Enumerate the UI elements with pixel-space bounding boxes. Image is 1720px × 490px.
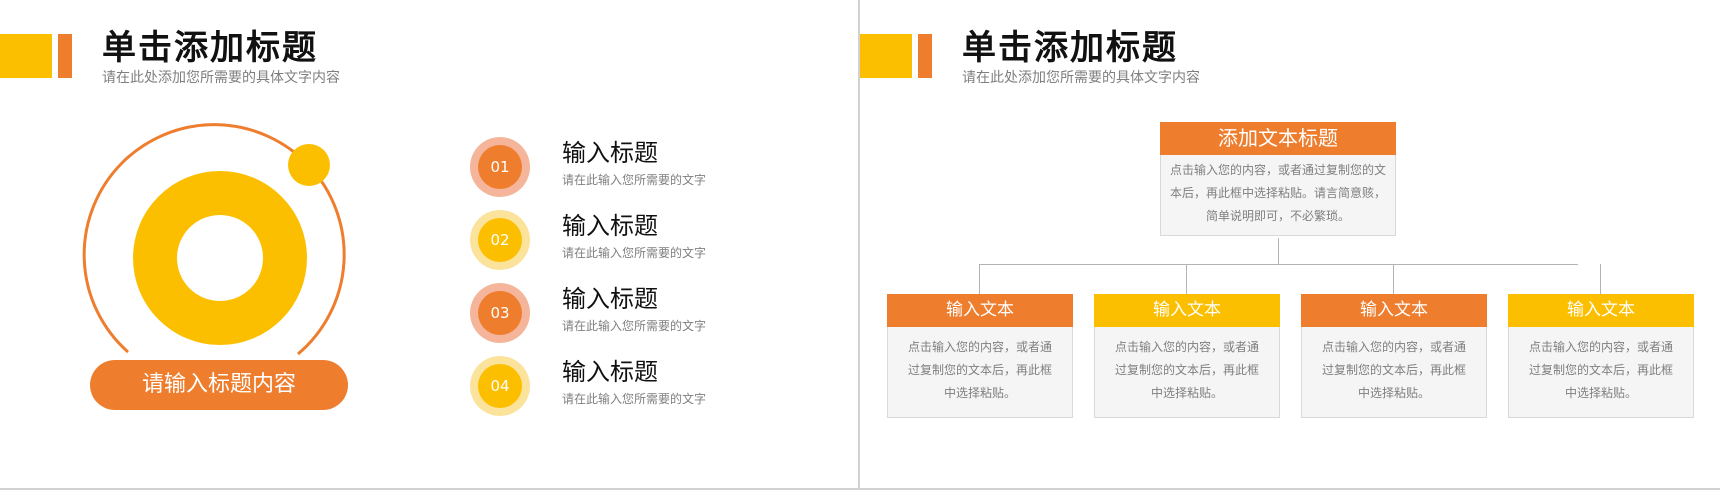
list-item-desc[interactable]: 请在此输入您所需要的文字 xyxy=(562,171,706,188)
list-item-title[interactable]: 输入标题 xyxy=(562,279,658,314)
number-badge: 04 xyxy=(470,356,530,416)
list-item[interactable]: 03 输入标题 请在此输入您所需要的文字 xyxy=(470,279,830,345)
org-child-box[interactable]: 输入文本 点击输入您的内容，或者通 过复制您的文本后，再此框 中选择粘贴。 xyxy=(887,294,1073,418)
org-child-body[interactable]: 点击输入您的内容，或者通 过复制您的文本后，再此框 中选择粘贴。 xyxy=(1094,327,1280,418)
org-top-box[interactable]: 添加文本标题 点击输入您的内容，或者通过复制您的文 本后，再此框中选择粘贴。请言… xyxy=(1160,122,1396,238)
donut-hole xyxy=(177,215,263,301)
list-item-title[interactable]: 输入标题 xyxy=(562,133,658,168)
list-item-desc[interactable]: 请在此输入您所需要的文字 xyxy=(562,390,706,407)
title-accent-orange-bar xyxy=(58,34,72,78)
list-item-title[interactable]: 输入标题 xyxy=(562,206,658,241)
list-item[interactable]: 01 输入标题 请在此输入您所需要的文字 xyxy=(470,133,830,199)
orbit-planet xyxy=(288,144,330,186)
org-child-text-line: 过复制您的文本后，再此框 xyxy=(907,363,1052,377)
slide-right[interactable]: 单击添加标题 请在此处添加您所需要的具体文字内容 添加文本标题 点击输入您的内容… xyxy=(860,0,1718,488)
org-child-text-line: 中选择粘贴。 xyxy=(1357,386,1430,400)
org-child-body[interactable]: 点击输入您的内容，或者通 过复制您的文本后，再此框 中选择粘贴。 xyxy=(1301,327,1487,418)
org-child-text-line: 点击输入您的内容，或者通 xyxy=(1114,340,1259,354)
org-child-text-line: 过复制您的文本后，再此框 xyxy=(1114,363,1259,377)
slide-title[interactable]: 单击添加标题 xyxy=(102,20,318,69)
number-badge: 03 xyxy=(470,283,530,343)
org-child-text-line: 中选择粘贴。 xyxy=(1564,386,1637,400)
connector-branch xyxy=(1393,264,1394,294)
number-badge-label: 03 xyxy=(478,291,522,335)
org-top-text-line: 本后，再此框中选择粘贴。请言简意赅， xyxy=(1169,186,1386,200)
org-top-body[interactable]: 点击输入您的内容，或者通过复制您的文 本后，再此框中选择粘贴。请言简意赅， 简单… xyxy=(1160,155,1396,236)
org-child-body[interactable]: 点击输入您的内容，或者通 过复制您的文本后，再此框 中选择粘贴。 xyxy=(1508,327,1694,418)
number-badge-label: 04 xyxy=(478,364,522,408)
slide-title[interactable]: 单击添加标题 xyxy=(962,20,1178,69)
number-badge-label: 01 xyxy=(478,145,522,189)
org-child-title[interactable]: 输入文本 xyxy=(1094,294,1280,327)
org-top-title[interactable]: 添加文本标题 xyxy=(1160,122,1396,155)
org-child-text-line: 点击输入您的内容，或者通 xyxy=(907,340,1052,354)
org-top-text-line: 简单说明即可，不必繁琐。 xyxy=(1205,209,1350,223)
list-item[interactable]: 02 输入标题 请在此输入您所需要的文字 xyxy=(470,206,830,272)
org-child-text-line: 过复制您的文本后，再此框 xyxy=(1528,363,1673,377)
connector-trunk xyxy=(1278,238,1279,264)
connector-branch xyxy=(1186,264,1187,294)
slide-subtitle[interactable]: 请在此处添加您所需要的具体文字内容 xyxy=(962,67,1200,87)
connector-branch xyxy=(1600,264,1601,294)
title-accent-orange-bar xyxy=(918,34,932,78)
org-top-text-line: 点击输入您的内容，或者通过复制您的文 xyxy=(1169,163,1386,177)
ring-orbit-graphic xyxy=(82,123,346,356)
title-accent-yellow-block xyxy=(860,34,912,78)
list-item-desc[interactable]: 请在此输入您所需要的文字 xyxy=(562,317,706,334)
number-badge-label: 02 xyxy=(478,218,522,262)
org-child-title[interactable]: 输入文本 xyxy=(887,294,1073,327)
org-child-text-line: 点击输入您的内容，或者通 xyxy=(1528,340,1673,354)
title-content-pill[interactable]: 请输入标题内容 xyxy=(90,360,348,410)
org-child-box[interactable]: 输入文本 点击输入您的内容，或者通 过复制您的文本后，再此框 中选择粘贴。 xyxy=(1508,294,1694,418)
org-child-box[interactable]: 输入文本 点击输入您的内容，或者通 过复制您的文本后，再此框 中选择粘贴。 xyxy=(1301,294,1487,418)
org-child-text-line: 过复制您的文本后，再此框 xyxy=(1321,363,1466,377)
number-badge: 02 xyxy=(470,210,530,270)
slide-left[interactable]: 单击添加标题 请在此处添加您所需要的具体文字内容 请输入标题内容 01 输入标题… xyxy=(0,0,858,488)
connector-bus xyxy=(979,264,1578,265)
org-child-box[interactable]: 输入文本 点击输入您的内容，或者通 过复制您的文本后，再此框 中选择粘贴。 xyxy=(1094,294,1280,418)
org-child-text-line: 点击输入您的内容，或者通 xyxy=(1321,340,1466,354)
org-child-text-line: 中选择粘贴。 xyxy=(1150,386,1223,400)
number-badge: 01 xyxy=(470,137,530,197)
connector-branch xyxy=(979,264,980,294)
title-accent-yellow-block xyxy=(0,34,52,78)
org-child-title[interactable]: 输入文本 xyxy=(1301,294,1487,327)
slide-subtitle[interactable]: 请在此处添加您所需要的具体文字内容 xyxy=(102,67,340,87)
list-item[interactable]: 04 输入标题 请在此输入您所需要的文字 xyxy=(470,352,830,418)
org-child-text-line: 中选择粘贴。 xyxy=(943,386,1016,400)
org-child-title[interactable]: 输入文本 xyxy=(1508,294,1694,327)
org-child-body[interactable]: 点击输入您的内容，或者通 过复制您的文本后，再此框 中选择粘贴。 xyxy=(887,327,1073,418)
list-item-title[interactable]: 输入标题 xyxy=(562,352,658,387)
list-item-desc[interactable]: 请在此输入您所需要的文字 xyxy=(562,244,706,261)
